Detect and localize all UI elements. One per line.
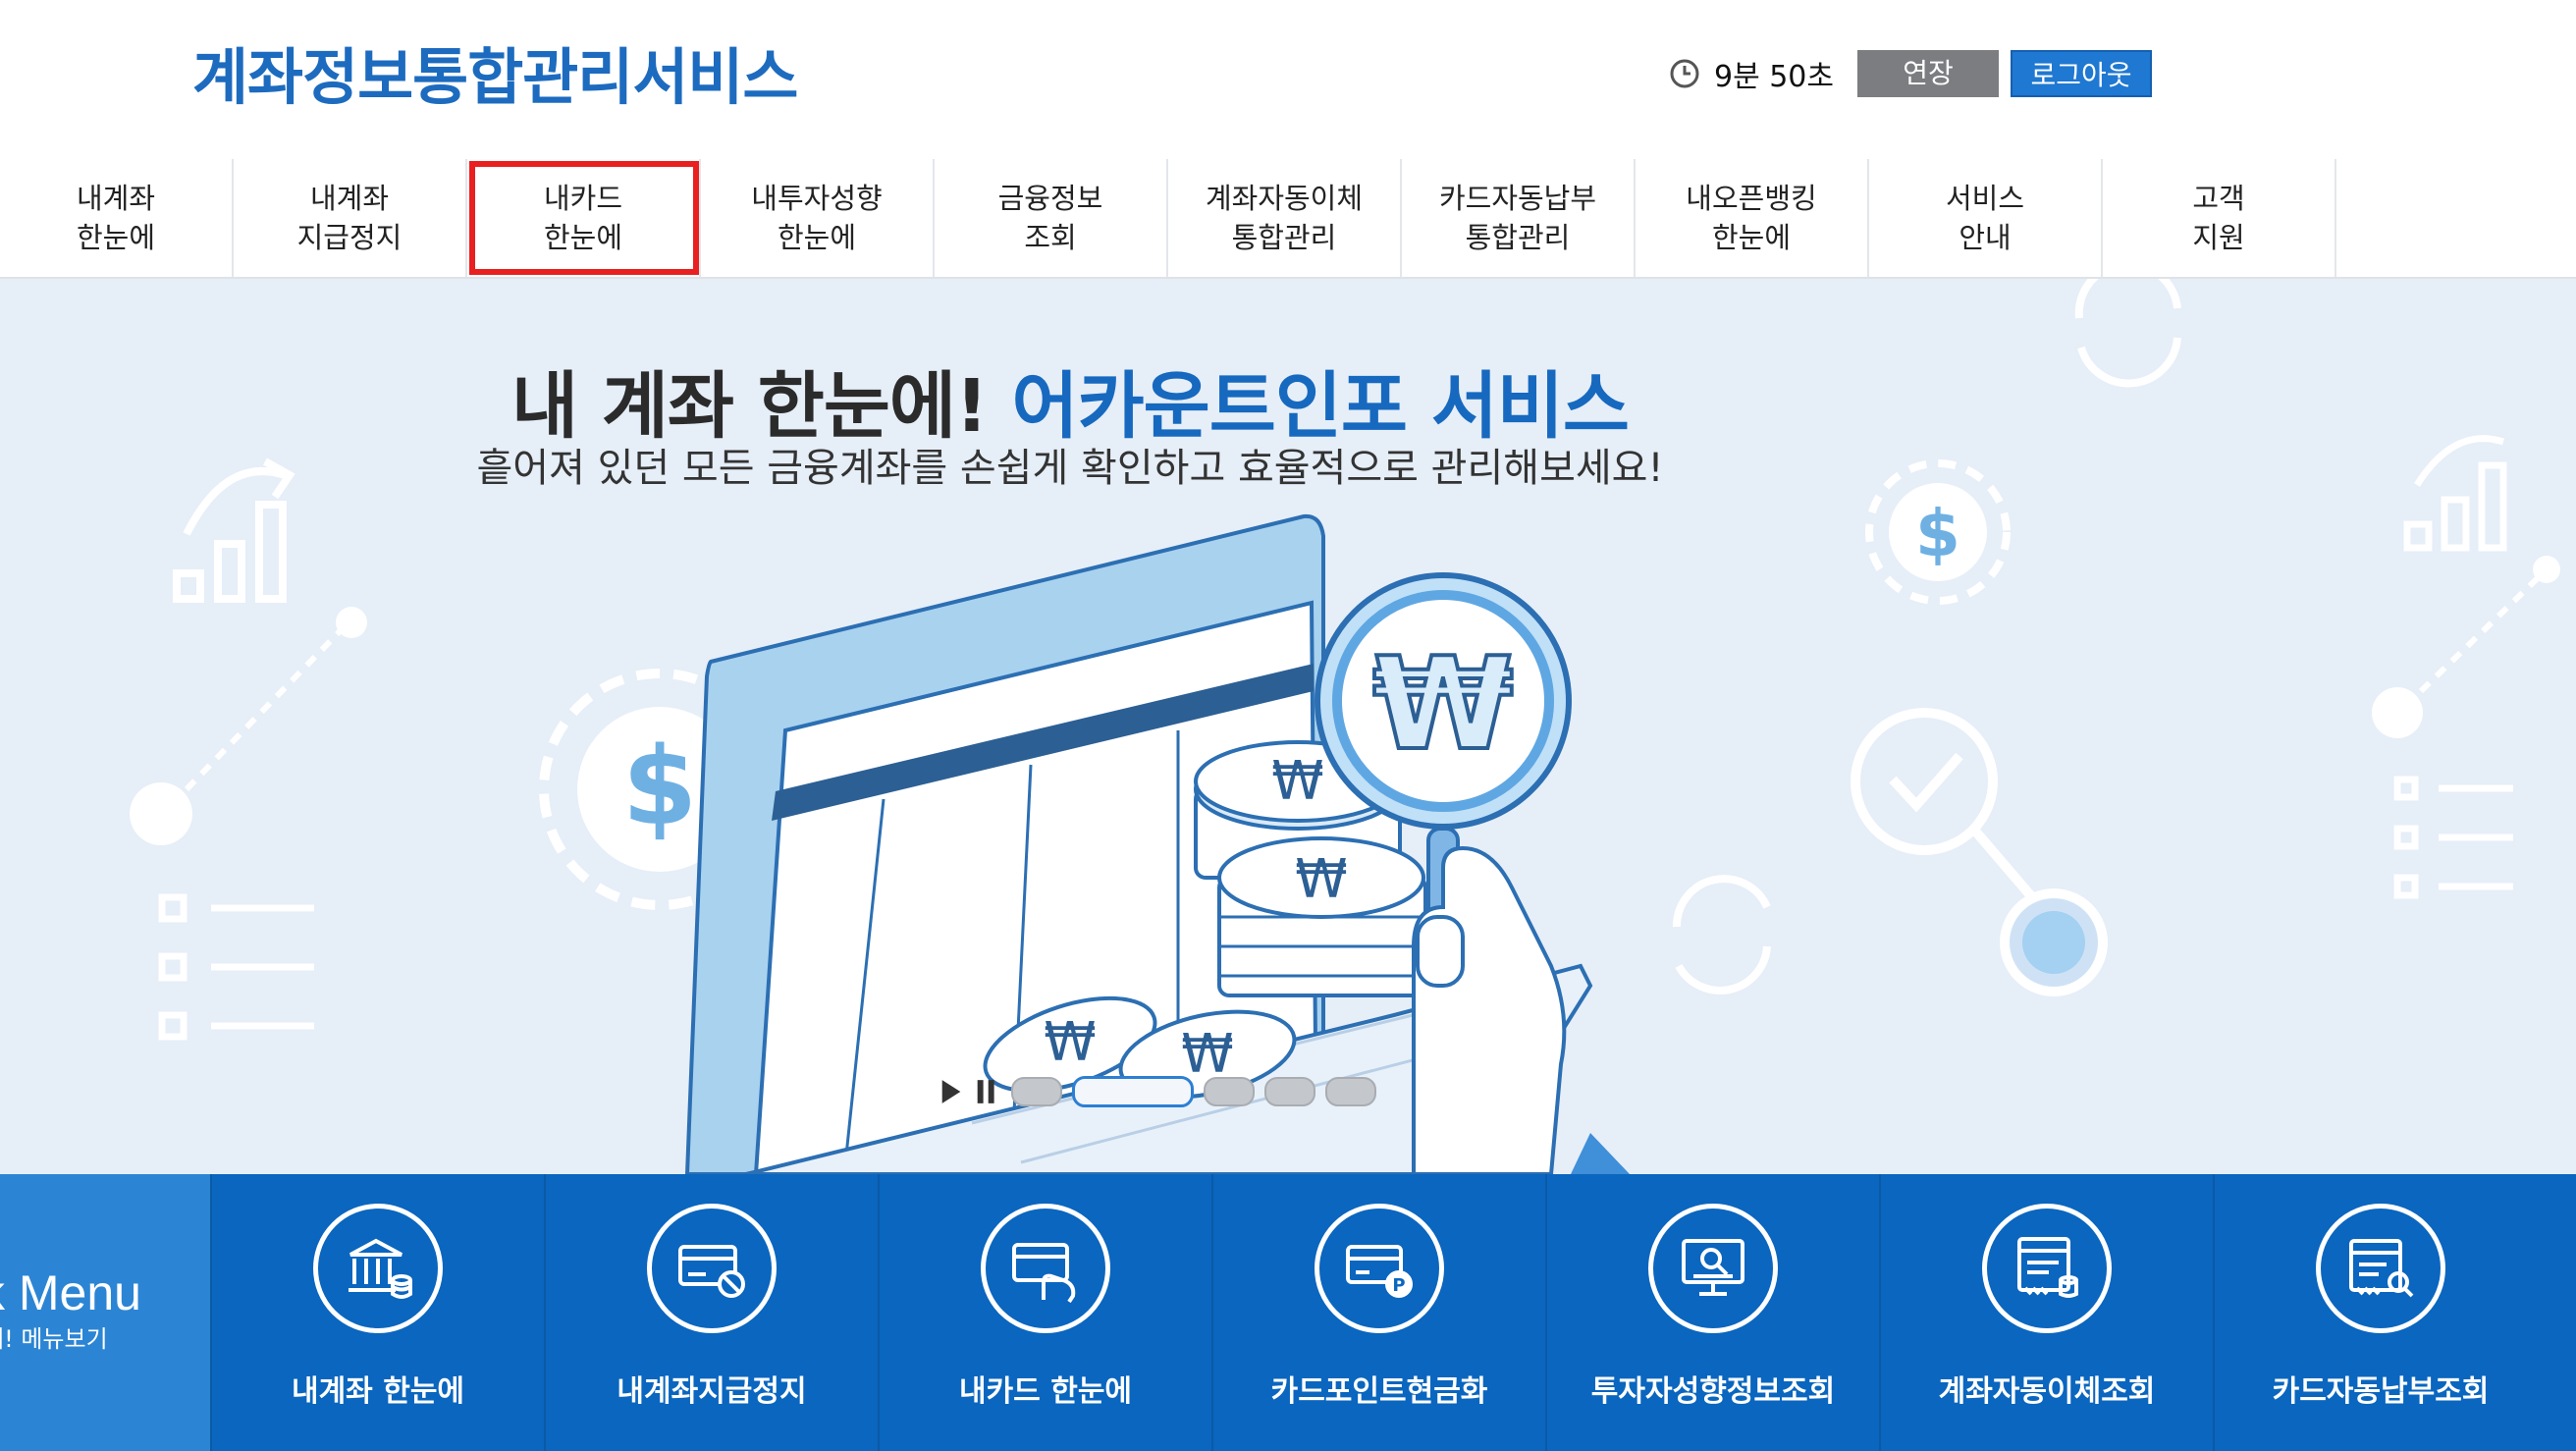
nav-item-label: 서비스 [1945,182,2025,215]
quick-item-label: 내카드 한눈에 [958,1374,1133,1409]
nav-item-label: 통합관리 [1231,221,1337,254]
nav-item-label: 고객 [2192,182,2245,215]
nav-item-label: 한눈에 [777,221,857,254]
nav-item-label: 계좌자동이체 [1205,182,1364,215]
slide-dot-active[interactable] [1072,1076,1194,1107]
check-circle-icon [1851,708,2108,996]
header: 계좌정보통합관리서비스 9분 50초 연장 로그아웃 [0,0,2576,161]
play-icon[interactable] [940,1076,966,1107]
refresh-icon [1672,875,1771,994]
nav-item-card-auto-pay[interactable]: 카드자동납부 통합관리 [1402,159,1636,277]
slider-controls [940,1076,1376,1107]
session-controls: 9분 50초 연장 로그아웃 [1669,49,2152,98]
list-icon [158,893,314,1041]
svg-text:$: $ [1915,496,1960,571]
card-hand-icon [1012,1243,1076,1304]
nav-item-label: 한눈에 [76,221,156,254]
nav-item-service-info[interactable]: 서비스 안내 [1869,159,2103,277]
nav-item-label: 조회 [1024,221,1077,254]
nav-item-my-accounts[interactable]: 내계좌 한눈에 [0,159,234,277]
card-point-icon: P [1346,1245,1413,1298]
quick-item-label: 내계좌지급정지 [617,1374,807,1409]
quick-item-label: 계좌자동이체조회 [1938,1374,2156,1409]
quick-item-auto-transfer[interactable]: 계좌자동이체조회 [1879,1174,2213,1451]
nav-item-label: 통합관리 [1465,221,1571,254]
nav-item-label: 내오픈뱅킹 [1686,182,1817,215]
quick-item-account-stop[interactable]: 내계좌지급정지 [544,1174,878,1451]
nav-item-label: 한눈에 [1711,221,1792,254]
nav-item-label: 지급정지 [296,221,402,254]
auto-transfer-icon [2017,1237,2078,1298]
nav-item-investment-profile[interactable]: 내투자성향 한눈에 [701,159,935,277]
slide-dot[interactable] [1325,1077,1376,1106]
session-timer: 9분 50초 [1714,60,1834,94]
dotted-line-icon [130,607,367,845]
quick-item-label: 카드포인트현금화 [1270,1374,1488,1409]
dotted-line-icon [2372,556,2560,738]
quick-item-label: 카드자동납부조회 [2272,1374,2490,1409]
quick-item-circle [981,1204,1110,1333]
nav-item-label: 내투자성향 [751,182,883,215]
nav-item-label: 지원 [2192,221,2245,254]
quick-item-card-point[interactable]: P 카드포인트현금화 [1211,1174,1545,1451]
card-block-icon [678,1245,745,1298]
main-nav: 내계좌 한눈에 내계좌 지급정지 내카드 한눈에 내투자성향 한눈에 금융정보 … [0,159,2576,279]
quick-item-circle [2316,1204,2445,1333]
quick-menu-label: k Menu 에! 메뉴보기 [0,1174,210,1451]
clock-icon [1669,58,1700,89]
nav-item-label: 한눈에 [543,221,623,254]
slide-dot[interactable] [1204,1077,1255,1106]
bank-icon [349,1238,412,1299]
hero-banner: $ $ ₩ ₩ ₩ ₩ ₩ 내 계좌 한눈에! 어카운트인포 서비스 흩어져 있… [0,279,2576,1174]
quick-menu: k Menu 에! 메뉴보기 내계좌 한눈에 내계좌지급정지 내카드 한눈 [0,1174,2576,1451]
svg-text:₩: ₩ [1044,1011,1096,1073]
quick-item-my-accounts[interactable]: 내계좌 한눈에 [210,1174,544,1451]
quick-item-label: 투자자성향정보조회 [1590,1374,1836,1409]
nav-item-label: 내계좌 [309,182,390,215]
nav-item-label: 내계좌 [76,182,156,215]
slide-dot[interactable] [1011,1077,1062,1106]
nav-item-account-stop[interactable]: 내계좌 지급정지 [234,159,467,277]
quick-menu-title: k Menu [0,1265,141,1320]
quick-menu-subtitle: 에! 메뉴보기 [0,1325,108,1353]
nav-item-label: 금융정보 [997,182,1103,215]
svg-text:₩: ₩ [1372,629,1513,779]
logout-button[interactable]: 로그아웃 [2011,50,2152,97]
monitor-search-icon [1682,1239,1744,1296]
quick-item-investment-profile[interactable]: 투자자성향정보조회 [1545,1174,1879,1451]
svg-text:₩: ₩ [1271,750,1323,812]
nav-item-label: 카드자동납부 [1438,182,1597,215]
list-icon [2393,776,2513,899]
hero-subtitle: 흩어져 있던 모든 금융계좌를 손쉽게 확인하고 효율적으로 관리해보세요! [476,446,1664,491]
card-auto-search-icon [2349,1239,2414,1298]
quick-item-circle [1982,1204,2112,1333]
svg-text:$: $ [622,724,698,849]
nav-item-auto-transfer[interactable]: 계좌자동이체 통합관리 [1168,159,1402,277]
svg-text:P: P [1392,1275,1405,1296]
chart-up-icon [2403,435,2507,552]
nav-item-customer-support[interactable]: 고객 지원 [2103,159,2336,277]
brand-logo[interactable]: 계좌정보통합관리서비스 [192,27,798,116]
quick-item-label: 내계좌 한눈에 [291,1374,465,1409]
quick-item-circle [647,1204,777,1333]
nav-item-open-banking[interactable]: 내오픈뱅킹 한눈에 [1636,159,1869,277]
quick-item-circle: P [1315,1204,1444,1333]
pause-icon[interactable] [976,1076,1001,1107]
quick-item-circle [1648,1204,1778,1333]
nav-item-financial-info[interactable]: 금융정보 조회 [935,159,1168,277]
svg-text:₩: ₩ [1295,848,1347,910]
extend-session-button[interactable]: 연장 [1857,50,1999,97]
nav-item-label: 안내 [1959,221,2012,254]
nav-item-my-cards[interactable]: 내카드 한눈에 [467,159,701,277]
quick-item-card-auto-pay[interactable]: 카드자동납부조회 [2213,1174,2547,1451]
nav-item-label: 내카드 [543,182,623,215]
quick-item-circle [313,1204,443,1333]
slide-dot[interactable] [1264,1077,1315,1106]
quick-item-my-cards[interactable]: 내카드 한눈에 [878,1174,1211,1451]
